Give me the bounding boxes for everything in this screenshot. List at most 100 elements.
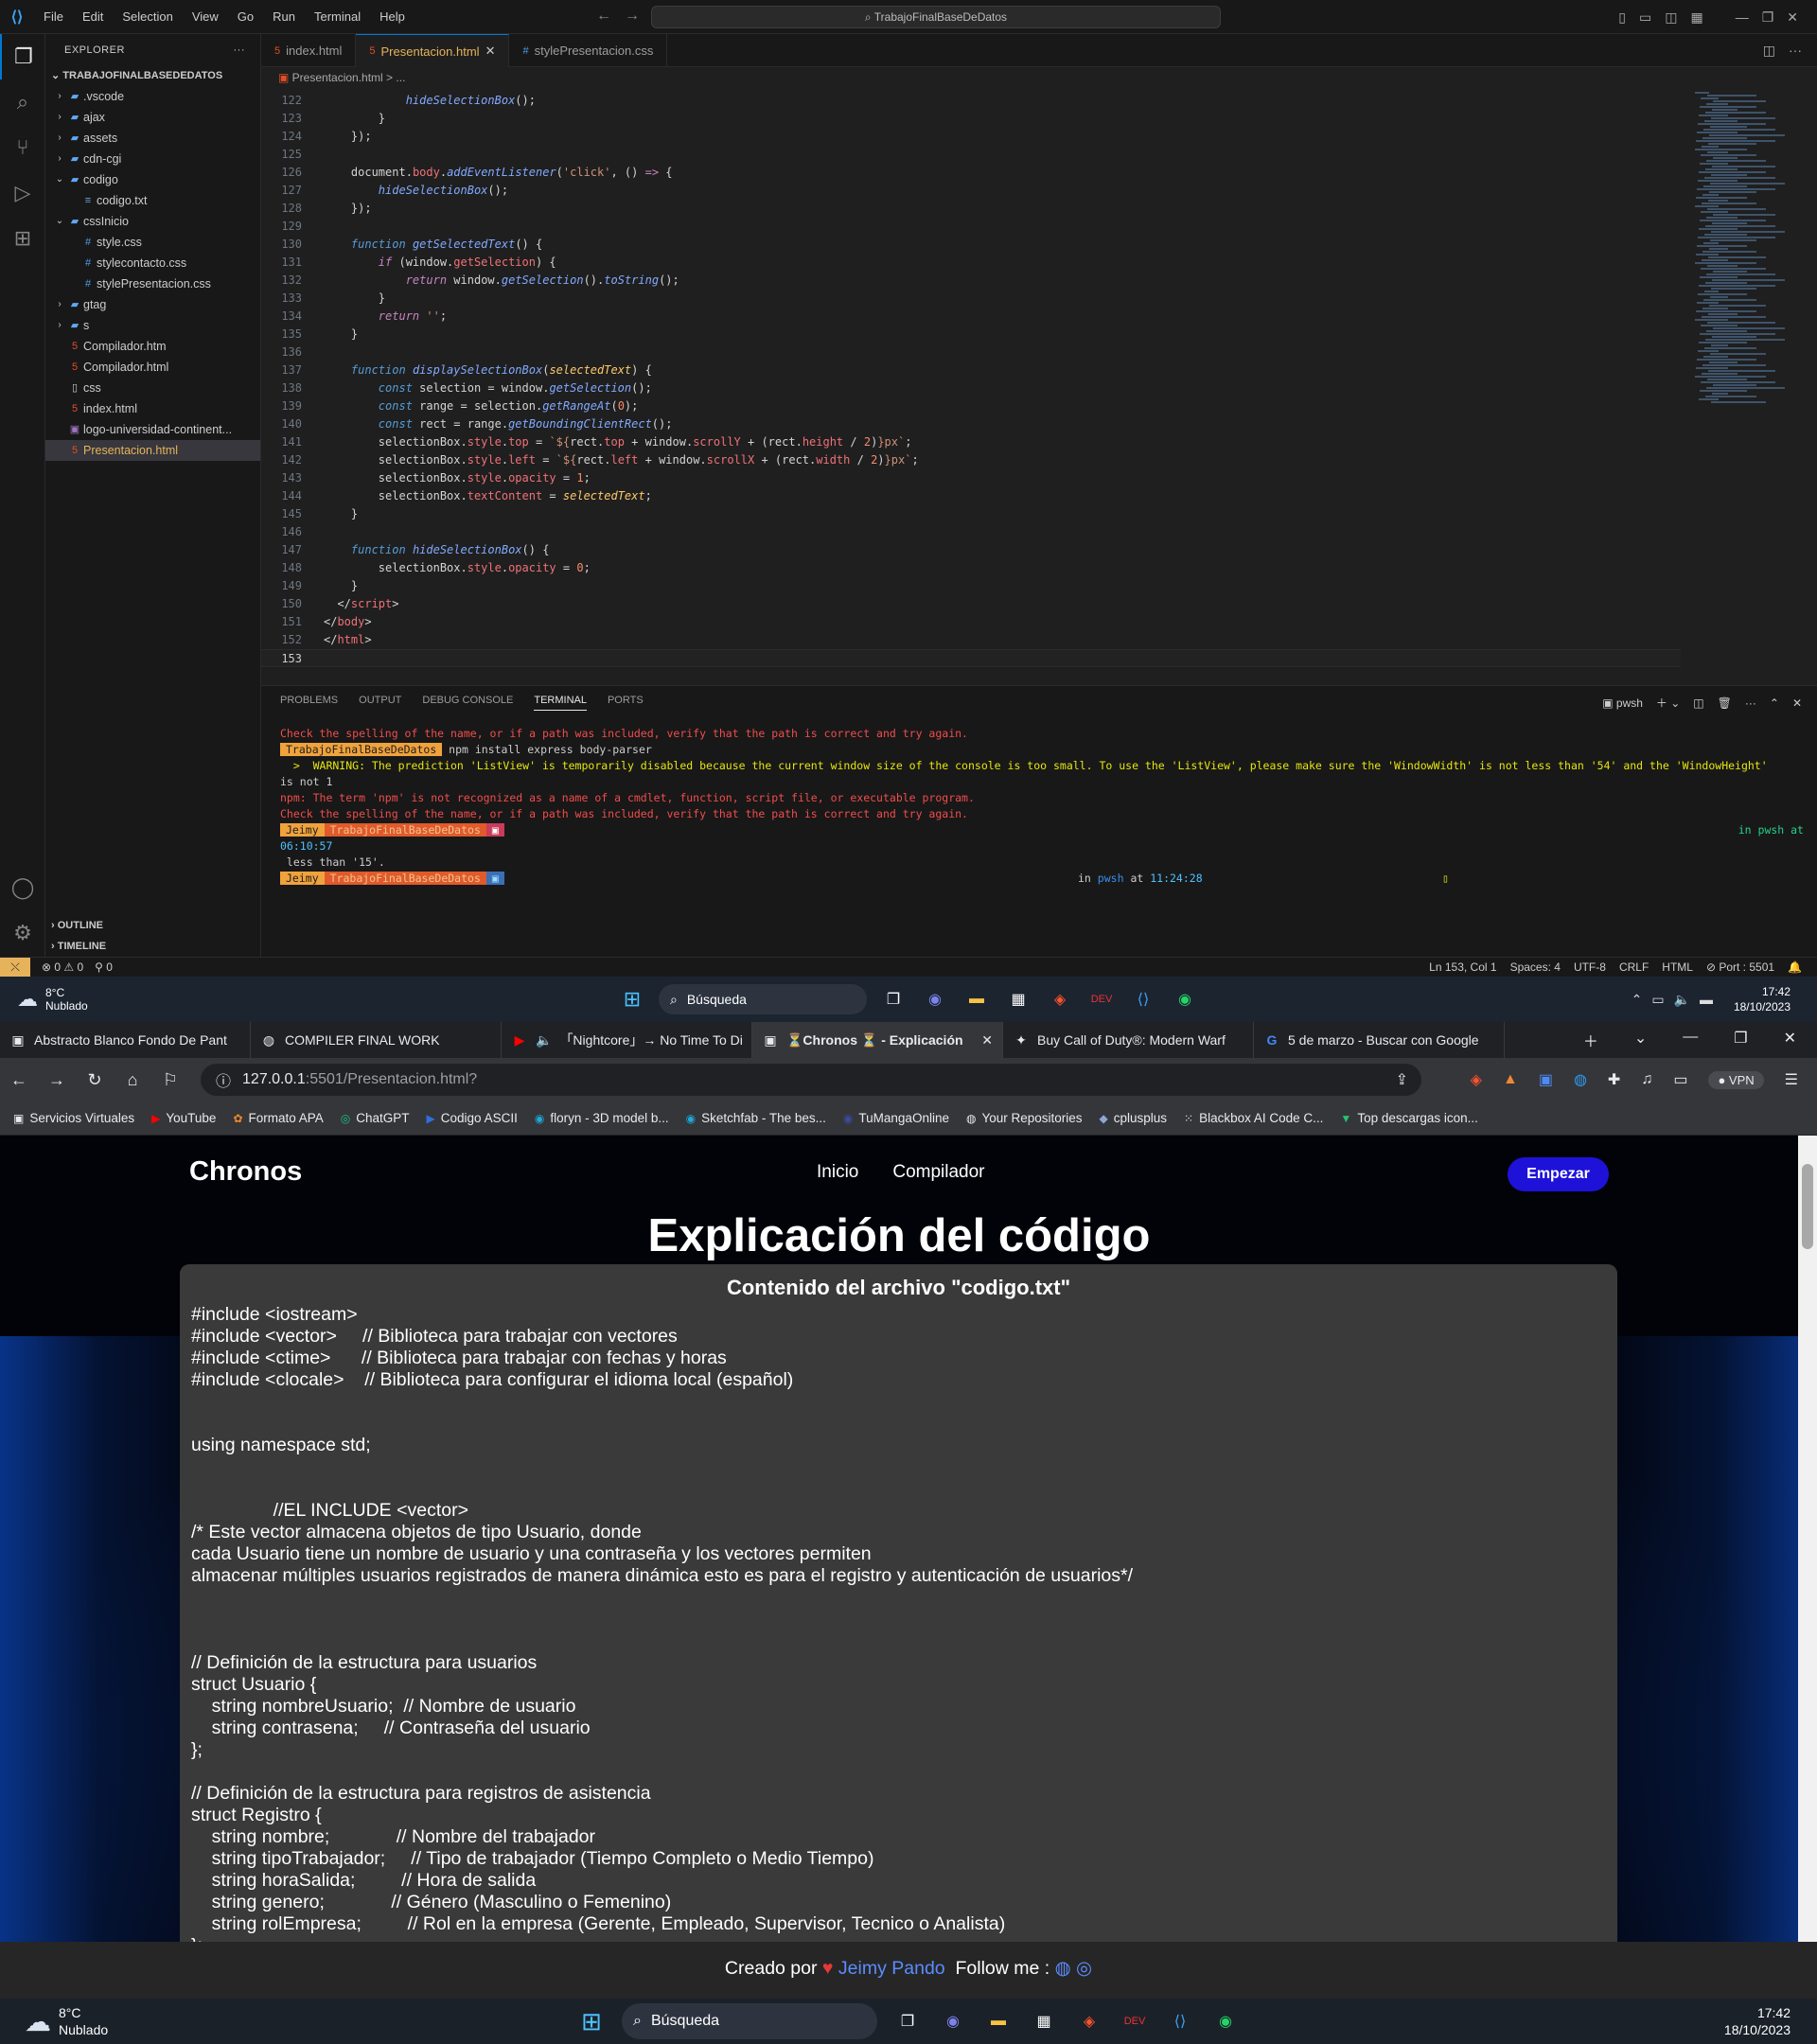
file-tree-item[interactable]: › ▰ ajax <box>45 107 260 128</box>
timeline-section[interactable]: › TIMELINE <box>45 936 260 957</box>
nav-arrows[interactable]: ←→ <box>596 8 653 25</box>
new-tab-icon[interactable]: ＋ <box>1583 1029 1598 1051</box>
file-tree-item[interactable]: 5 Compilador.htm <box>45 336 260 357</box>
bookmark-item[interactable]: ◉ Sketchfab - The bes... <box>686 1111 826 1125</box>
chevron-up-icon[interactable]: ⌃ <box>1632 992 1643 1008</box>
minimap[interactable] <box>1695 92 1804 414</box>
search-icon[interactable]: ⌕ <box>0 79 45 125</box>
more-actions-icon[interactable]: ··· <box>1789 43 1802 58</box>
panel-tab-problems[interactable]: PROBLEMS <box>280 695 338 711</box>
outline-section[interactable]: › OUTLINE <box>45 915 260 936</box>
vpn-button[interactable]: ● VPN <box>1708 1070 1764 1089</box>
restore-icon[interactable]: ❐ <box>1734 1029 1747 1051</box>
close-panel-icon[interactable]: ✕ <box>1792 696 1802 710</box>
menu-item-go[interactable]: Go <box>228 0 263 34</box>
command-center-search[interactable]: ⌕ TrabajoFinalBaseDeDatos <box>651 6 1221 28</box>
browser-tab[interactable]: ▶ 🔈 「Nightcore」→ No Time To Di <box>502 1022 752 1058</box>
brave-rewards-icon[interactable]: ▲ <box>1503 1071 1518 1088</box>
status-item[interactable]: HTML <box>1662 960 1693 974</box>
remote-indicator-icon[interactable]: ⤬ <box>0 957 30 978</box>
puzzle-icon[interactable]: ✚ <box>1608 1070 1620 1089</box>
restore-icon[interactable]: ❐ <box>1762 9 1774 26</box>
bookmark-item[interactable]: ◎ ChatGPT <box>341 1111 410 1125</box>
extension-icon[interactable]: ◍ <box>1574 1070 1587 1089</box>
bookmark-item[interactable]: ⁙ Blackbox AI Code C... <box>1184 1111 1323 1125</box>
author-link[interactable]: Jeimy Pando <box>838 1958 945 1979</box>
layout-panel-icon[interactable]: ▭ <box>1639 9 1651 26</box>
layout-split-icon[interactable]: ◫ <box>1665 9 1677 26</box>
close-icon[interactable]: ✕ <box>981 1032 993 1048</box>
reload-icon[interactable]: ↻ <box>76 1070 114 1090</box>
status-item[interactable]: ⊗ 0 ⚠ 0 <box>42 960 83 974</box>
status-item[interactable]: ⊘ Port : 5501 <box>1706 960 1774 974</box>
menu-item-selection[interactable]: Selection <box>113 0 182 34</box>
panel-tab-ports[interactable]: PORTS <box>608 695 644 711</box>
file-tree-item[interactable]: # stylePresentacion.css <box>45 273 260 294</box>
translate-icon[interactable]: ▣ <box>1539 1070 1553 1089</box>
file-tree-item[interactable]: › ▰ gtag <box>45 294 260 315</box>
address-bar[interactable]: ⓘ 127.0.0.1:5501/Presentacion.html? ⇪ <box>201 1064 1421 1096</box>
page-scrollbar[interactable] <box>1798 1136 1817 1942</box>
github-icon[interactable]: ◍ <box>1055 1958 1071 1979</box>
music-icon[interactable]: ♫ <box>1641 1071 1652 1088</box>
teams-icon[interactable]: ◉ <box>920 984 950 1014</box>
devcpp-icon[interactable]: DEV <box>1120 2006 1150 2036</box>
empezar-button[interactable]: Empezar <box>1508 1157 1609 1191</box>
bookmark-item[interactable]: ▼ Top descargas icon... <box>1340 1111 1477 1125</box>
bookmark-item[interactable]: ◆ cplusplus <box>1100 1111 1168 1125</box>
vscode-icon[interactable]: ⟨⟩ <box>1128 984 1158 1014</box>
bell-icon[interactable]: 🔔 <box>1788 960 1802 974</box>
store-icon[interactable]: ▦ <box>1029 2006 1059 2036</box>
source-control-icon[interactable]: ⑂ <box>0 125 45 170</box>
panel-tab-debug-console[interactable]: DEBUG CONSOLE <box>422 695 513 711</box>
browser-tab[interactable]: ▣ Abstracto Blanco Fondo De Pant <box>0 1022 251 1058</box>
forward-icon[interactable]: → <box>38 1070 76 1090</box>
panel-tab-output[interactable]: OUTPUT <box>359 695 401 711</box>
status-item[interactable]: Spaces: 4 <box>1510 960 1561 974</box>
layout-custom-icon[interactable]: ▦ <box>1690 9 1702 26</box>
file-explorer-icon[interactable]: ▬ <box>983 2006 1014 2036</box>
bookmark-item[interactable]: ◉ floryn - 3D model b... <box>535 1111 669 1125</box>
close-icon[interactable]: ✕ <box>1784 1029 1796 1051</box>
editor-tab[interactable]: 5 index.html <box>261 34 357 67</box>
status-item[interactable]: CRLF <box>1619 960 1649 974</box>
menu-item-file[interactable]: File <box>34 0 73 34</box>
file-tree-item[interactable]: 5 Presentacion.html <box>45 440 260 461</box>
file-tree-item[interactable]: › ▰ .vscode <box>45 86 260 107</box>
brave-icon[interactable]: ◈ <box>1045 984 1075 1014</box>
teams-icon[interactable]: ◉ <box>938 2006 968 2036</box>
weather-widget[interactable]: ☁ 8°C Nublado <box>0 2004 108 2038</box>
run-debug-icon[interactable]: ▷ <box>0 170 45 216</box>
weather-widget[interactable]: ☁ 8°C Nublado <box>0 986 88 1013</box>
file-tree-item[interactable]: › ▰ cdn-cgi <box>45 149 260 169</box>
bookmark-item[interactable]: ▶ YouTube <box>151 1111 216 1125</box>
brave-shields-icon[interactable]: ◈ <box>1471 1070 1482 1089</box>
menu-item-run[interactable]: Run <box>263 0 305 34</box>
share-icon[interactable]: ⇪ <box>1396 1070 1421 1089</box>
status-item[interactable]: Ln 153, Col 1 <box>1429 960 1496 974</box>
file-tree-item[interactable]: ⌄ ▰ cssInicio <box>45 211 260 232</box>
bookmark-item[interactable]: ✿ Formato APA <box>233 1111 323 1125</box>
split-terminal-icon[interactable]: ◫ <box>1693 696 1703 710</box>
system-tray[interactable]: ⌃ ▭ 🔈 ▬ <box>1632 992 1713 1008</box>
taskbar-clock[interactable]: 17:42 18/10/2023 <box>1724 2004 1791 2038</box>
menu-item-edit[interactable]: Edit <box>73 0 113 34</box>
minimize-icon[interactable]: — <box>1683 1029 1698 1051</box>
status-item[interactable]: ⚲ 0 <box>95 960 113 974</box>
vscode-icon[interactable]: ⟨⟩ <box>1165 2006 1195 2036</box>
file-tree-item[interactable]: # stylecontacto.css <box>45 253 260 273</box>
file-tree-item[interactable]: ≡ codigo.txt <box>45 190 260 211</box>
scrollbar-thumb[interactable] <box>1802 1164 1813 1249</box>
task-view-icon[interactable]: ❐ <box>892 2006 923 2036</box>
close-icon[interactable]: ✕ <box>1787 9 1798 26</box>
more-actions-icon[interactable]: ··· <box>234 44 246 56</box>
menu-item-terminal[interactable]: Terminal <box>305 0 370 34</box>
status-item[interactable]: UTF-8 <box>1574 960 1606 974</box>
terminal-output[interactable]: Check the spelling of the name, or if a … <box>280 726 1813 887</box>
bookmark-item[interactable]: ◉ TuMangaOnline <box>843 1111 949 1125</box>
bookmark-item[interactable]: ▶ Codigo ASCII <box>427 1111 518 1125</box>
whatsapp-icon[interactable]: ◎ <box>1076 1958 1092 1979</box>
windows-start-icon[interactable]: ⊞ <box>617 984 647 1014</box>
file-tree-item[interactable]: 5 index.html <box>45 398 260 419</box>
whatsapp-icon[interactable]: ◉ <box>1170 984 1200 1014</box>
